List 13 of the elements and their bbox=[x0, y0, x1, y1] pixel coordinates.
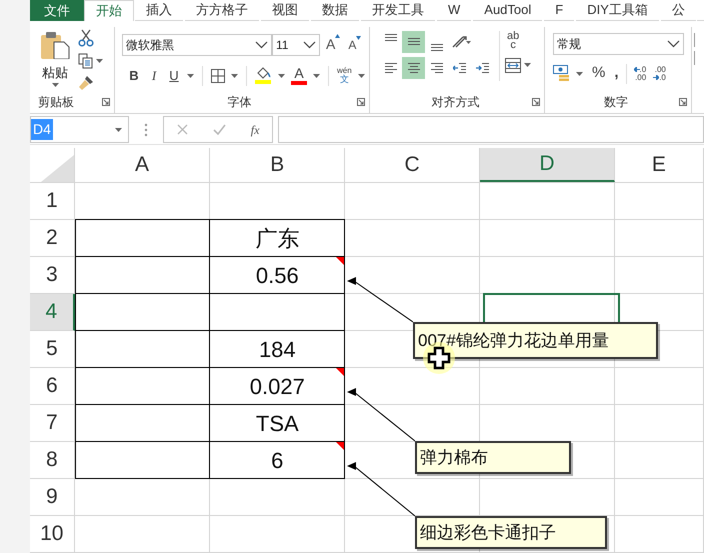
group-label: 数字 bbox=[603, 94, 629, 110]
cell-value: 6 bbox=[271, 446, 284, 474]
cell-value: 0.56 bbox=[256, 262, 299, 290]
comment-tooltip: 细边彩色卡通扣子 bbox=[415, 516, 607, 549]
cell-value: TSA bbox=[256, 410, 299, 438]
group-label: 字体 bbox=[226, 94, 252, 110]
cell-value: 184 bbox=[258, 336, 296, 364]
comment-tooltip: 007#锦纶弹力花边单用量 bbox=[413, 322, 658, 359]
group-label: 对齐方式 bbox=[430, 94, 480, 110]
cell-value: 广东 bbox=[255, 224, 300, 252]
cell-value: 0.027 bbox=[250, 372, 305, 400]
group-label: 剪贴板 bbox=[38, 94, 74, 110]
comment-tooltip: 弹力棉布 bbox=[415, 441, 571, 474]
